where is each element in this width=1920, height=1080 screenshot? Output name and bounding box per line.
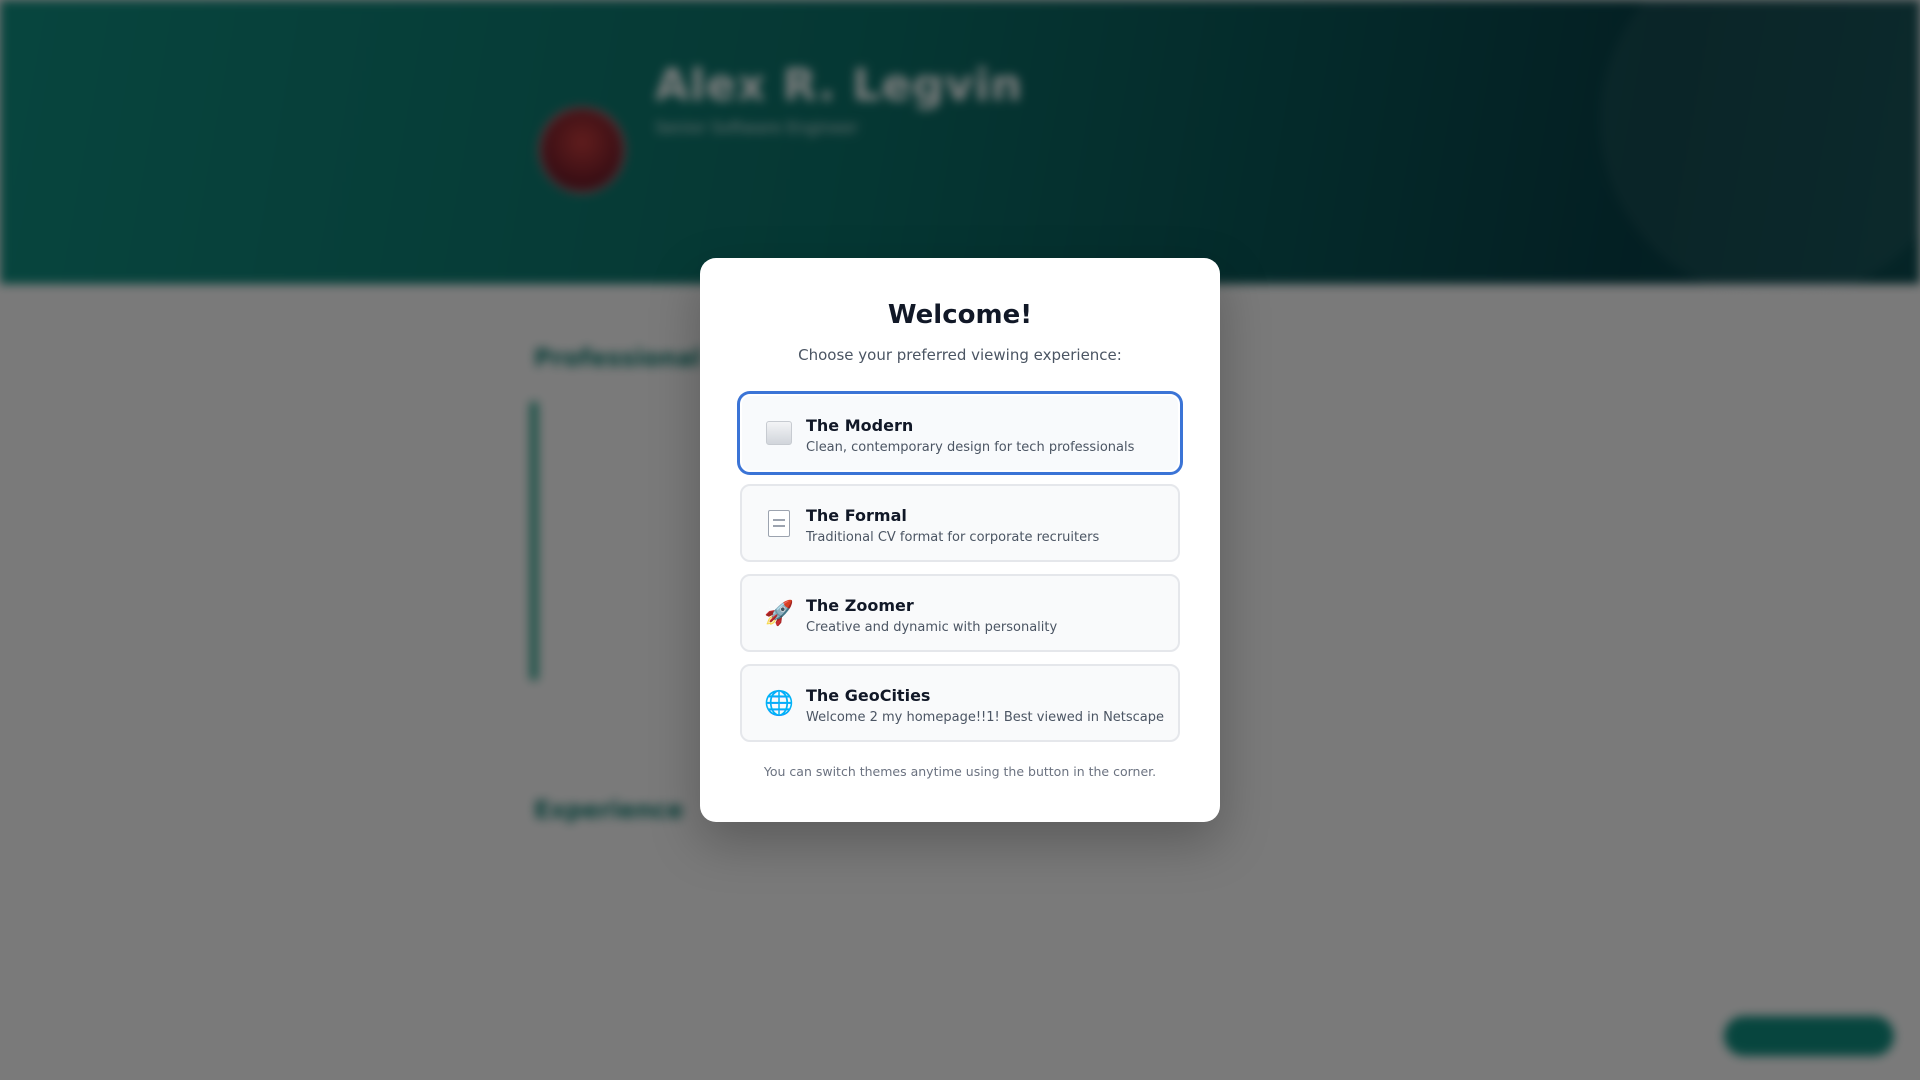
option-name: The Formal <box>806 506 907 525</box>
option-name: The Modern <box>806 416 914 435</box>
rocket-icon: 🚀 <box>764 599 794 627</box>
modal-title: Welcome! <box>887 300 1033 330</box>
theme-option-zoomer[interactable]: 🚀 The Zoomer Creative and dynamic with p… <box>740 574 1180 652</box>
welcome-modal: Welcome! Choose your preferred viewing e… <box>700 258 1220 822</box>
globe-icon: 🌐 <box>764 689 794 717</box>
modal-subtitle: Choose your preferred viewing experience… <box>798 346 1122 364</box>
option-name: The Zoomer <box>806 596 914 615</box>
theme-option-modern[interactable]: The Modern Clean, contemporary design fo… <box>740 394 1180 472</box>
theme-option-geocities[interactable]: 🌐 The GeoCities Welcome 2 my homepage!!1… <box>740 664 1180 742</box>
option-description: Traditional CV format for corporate recr… <box>806 530 1100 545</box>
option-description: Clean, contemporary design for tech prof… <box>806 440 1135 455</box>
theme-options: The Modern Clean, contemporary design fo… <box>740 394 1180 754</box>
document-icon <box>764 508 794 538</box>
modal-footnote: You can switch themes anytime using the … <box>763 764 1157 779</box>
option-description: Creative and dynamic with personality <box>806 620 1058 635</box>
option-name: The GeoCities <box>806 686 931 705</box>
square-icon <box>764 418 794 448</box>
option-description: Welcome 2 my homepage!!1! Best viewed in… <box>806 710 1165 725</box>
theme-option-formal[interactable]: The Formal Traditional CV format for cor… <box>740 484 1180 562</box>
